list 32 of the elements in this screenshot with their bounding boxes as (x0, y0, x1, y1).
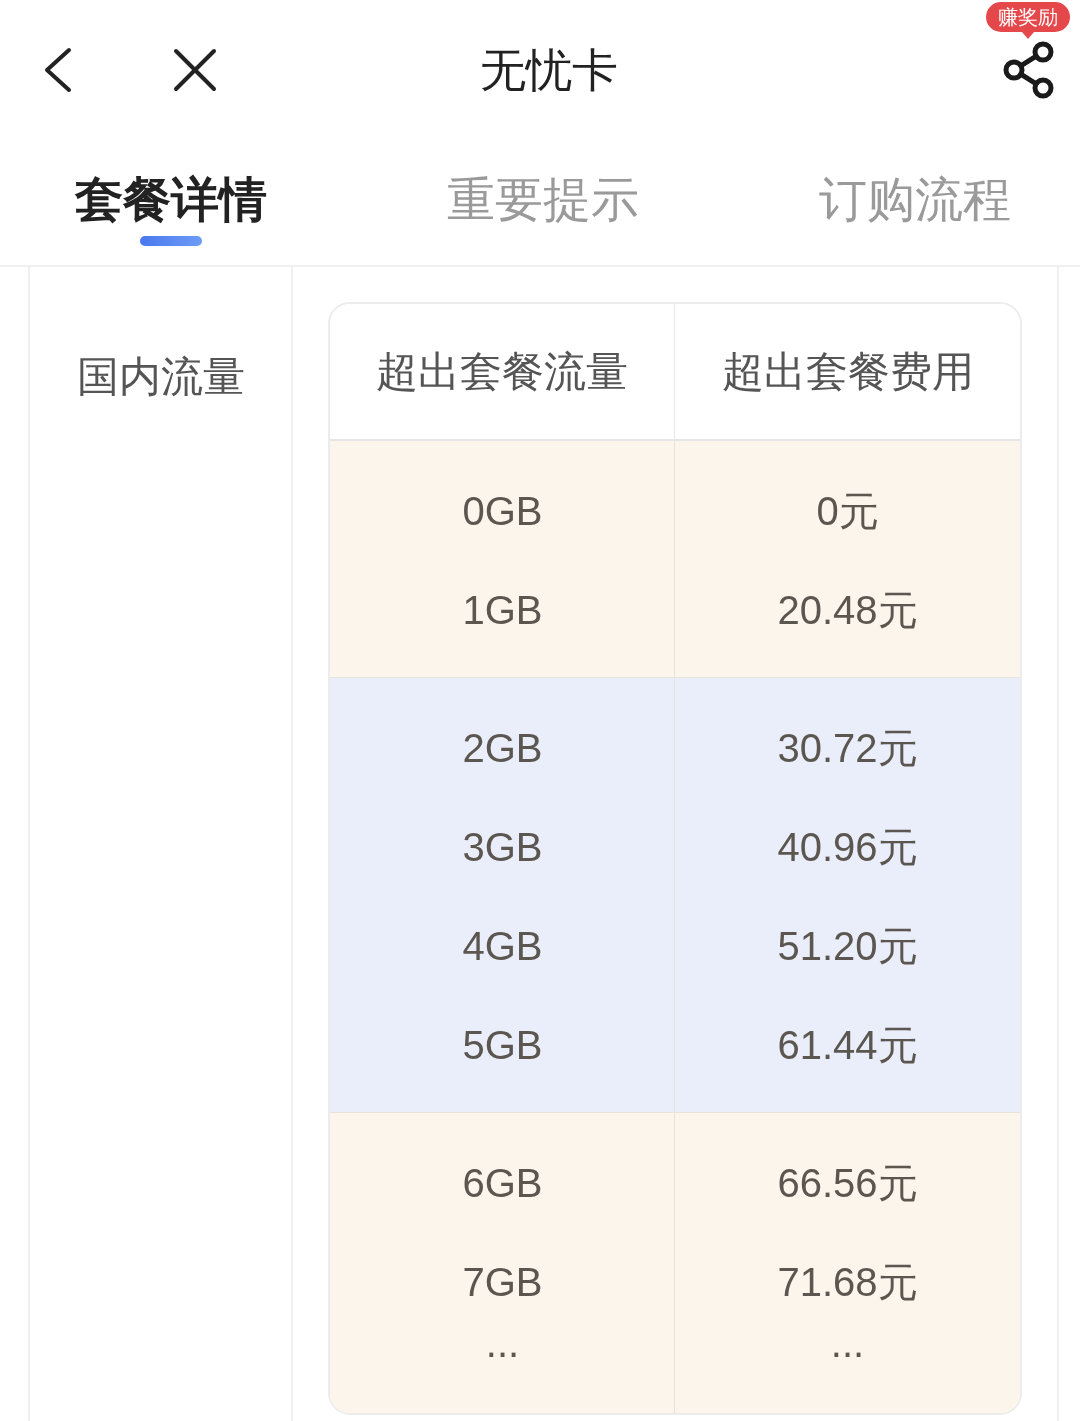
table-cell-text: 66.56元 (776, 1159, 919, 1207)
table-cell-text: 30.72元 (776, 724, 919, 772)
table-cell-text: 51.20元 (776, 922, 919, 970)
table-cell-text: 6GB (461, 1159, 544, 1207)
table-cell-text: 2GB (461, 724, 544, 772)
table-cell-text: 61.44元 (776, 1021, 919, 1069)
close-button[interactable] (173, 48, 217, 92)
table-cell-text: 1GB (461, 586, 544, 634)
table-cell-text: 40.96元 (776, 823, 919, 871)
back-icon (42, 47, 72, 93)
tab[interactable]: 套餐详情 (75, 172, 267, 228)
row-label: 国内流量 (76, 354, 245, 400)
back-button[interactable] (42, 47, 72, 93)
table-cell-text: ... (484, 1331, 521, 1367)
tab[interactable]: 订购流程 (819, 172, 1011, 228)
share-icon (1003, 41, 1055, 99)
table-cell-text: 7GB (461, 1258, 544, 1306)
reward-badge[interactable]: 赚奖励 (986, 2, 1070, 39)
table-cell-text: 3GB (461, 823, 544, 871)
table-cell-text: 5GB (461, 1021, 544, 1069)
table-cell-text: 71.68元 (776, 1258, 919, 1306)
table-cell-text: 0GB (461, 487, 544, 535)
column-header: 超出套餐费用 (720, 346, 975, 397)
share-button[interactable] (1003, 41, 1055, 99)
table-cell-text: 20.48元 (776, 586, 919, 634)
table-cell-text: 4GB (461, 922, 544, 970)
close-icon (173, 48, 217, 92)
tab[interactable]: 重要提示 (447, 172, 639, 228)
page-title: 无忧卡 (479, 43, 618, 98)
table-cell-text: ... (829, 1331, 866, 1367)
table-cell-text: 0元 (815, 487, 880, 535)
column-header: 超出套餐流量 (330, 304, 675, 439)
